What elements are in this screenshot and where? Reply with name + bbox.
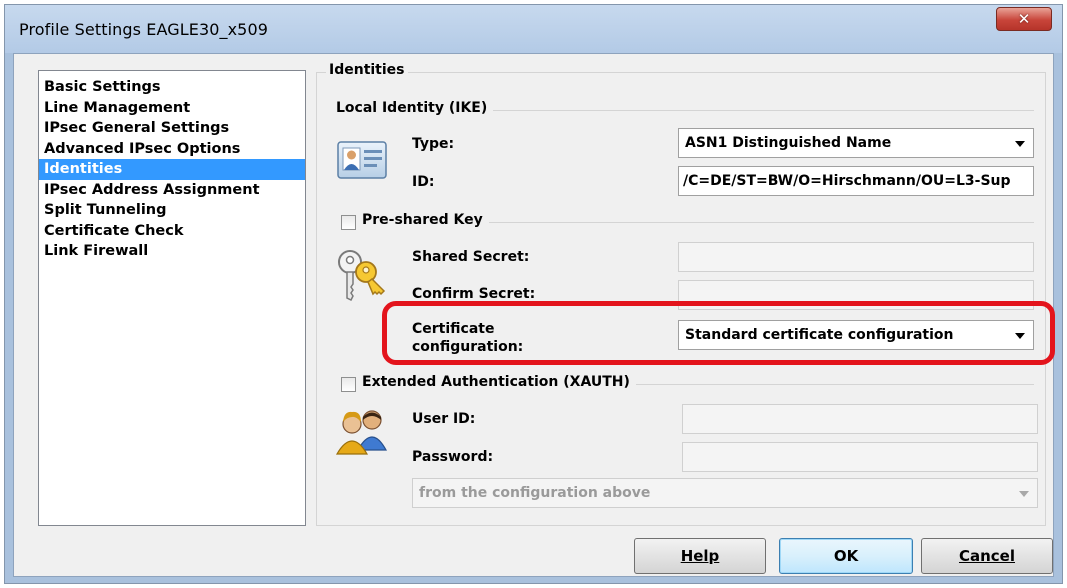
- id-label: ID:: [412, 174, 435, 190]
- cancel-button[interactable]: Cancel: [921, 538, 1053, 574]
- nav-item-advanced-ipsec-options[interactable]: Advanced IPsec Options: [39, 139, 305, 160]
- password-input[interactable]: [682, 442, 1038, 472]
- nav-item-identities[interactable]: Identities: [39, 159, 305, 180]
- nav-item-basic-settings[interactable]: Basic Settings: [39, 77, 305, 98]
- help-button[interactable]: Help: [634, 538, 766, 574]
- nav-item-line-management[interactable]: Line Management: [39, 98, 305, 119]
- xauth-source-value: from the configuration above: [419, 485, 651, 501]
- identity-id-input[interactable]: /C=DE/ST=BW/O=Hirschmann/OU=L3-Sup: [678, 166, 1034, 196]
- identity-type-select[interactable]: ASN1 Distinguished Name: [678, 128, 1034, 158]
- local-identity-section-label: Local Identity (IKE): [336, 100, 494, 116]
- title-bar[interactable]: Profile Settings EAGLE30_x509 ✕: [5, 5, 1062, 53]
- nav-item-split-tunneling[interactable]: Split Tunneling: [39, 200, 305, 221]
- keys-icon: [334, 248, 390, 308]
- password-label: Password:: [412, 449, 494, 465]
- nav-item-certificate-check[interactable]: Certificate Check: [39, 221, 305, 242]
- shared-secret-input[interactable]: [678, 242, 1034, 272]
- nav-item-link-firewall[interactable]: Link Firewall: [39, 241, 305, 262]
- identity-type-value: ASN1 Distinguished Name: [685, 135, 892, 151]
- chevron-down-icon: [1019, 491, 1029, 497]
- xauth-checkbox-label: Extended Authentication (XAUTH): [362, 374, 630, 390]
- nav-item-ipsec-general-settings[interactable]: IPsec General Settings: [39, 118, 305, 139]
- ok-button[interactable]: OK: [779, 538, 913, 574]
- window-title: Profile Settings EAGLE30_x509: [19, 20, 269, 39]
- xauth-checkbox[interactable]: [341, 377, 356, 392]
- xauth-section: Extended Authentication (XAUTH): [336, 374, 636, 390]
- cancel-button-label: Cancel: [958, 547, 1015, 565]
- help-button-label: Help: [680, 547, 720, 565]
- user-id-input[interactable]: [682, 404, 1038, 434]
- users-icon: [334, 406, 390, 460]
- identities-group-title: Identities: [326, 62, 408, 78]
- profile-settings-window: Profile Settings EAGLE30_x509 ✕ Basic Se…: [4, 4, 1063, 584]
- psk-section: Pre-shared Key: [336, 212, 489, 228]
- shared-secret-label: Shared Secret:: [412, 249, 530, 265]
- certificate-configuration-highlight: [382, 301, 1055, 365]
- xauth-source-select[interactable]: from the configuration above: [412, 478, 1038, 508]
- chevron-down-icon: [1015, 141, 1025, 147]
- psk-checkbox[interactable]: [341, 215, 356, 230]
- settings-category-list[interactable]: Basic Settings Line Management IPsec Gen…: [38, 70, 306, 526]
- close-button[interactable]: ✕: [996, 7, 1052, 31]
- ok-button-label: OK: [833, 547, 859, 565]
- id-card-icon: [336, 138, 390, 186]
- nav-item-ipsec-address-assignment[interactable]: IPsec Address Assignment: [39, 180, 305, 201]
- close-icon: ✕: [1017, 10, 1031, 28]
- user-id-label: User ID:: [412, 411, 476, 427]
- psk-checkbox-label: Pre-shared Key: [362, 212, 483, 228]
- type-label: Type:: [412, 136, 455, 152]
